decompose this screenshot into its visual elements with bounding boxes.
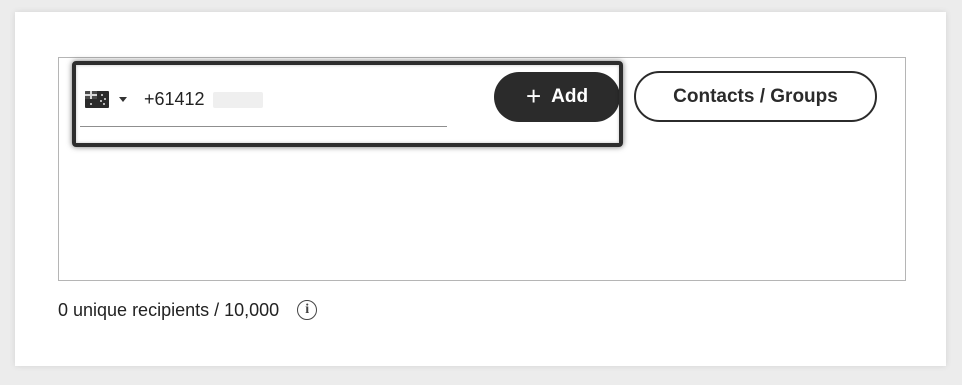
add-button[interactable]: + Add [494,72,620,122]
info-icon[interactable]: i [297,300,318,320]
caret-down-icon [119,96,127,102]
country-code-select[interactable] [85,88,130,110]
australia-flag-icon [85,90,109,108]
input-underline [80,126,447,127]
contacts-groups-label: Contacts / Groups [673,85,838,107]
phone-entry-row [80,78,450,127]
plus-icon: + [525,80,542,111]
recipient-count-row: 0 unique recipients / 10,000 i [58,297,318,323]
redacted-digits [213,92,263,108]
recipient-count-text: 0 unique recipients / 10,000 [58,299,280,320]
add-button-label: Add [551,86,589,107]
contacts-groups-button[interactable]: Contacts / Groups [634,71,877,122]
phone-number-input[interactable] [144,84,444,114]
